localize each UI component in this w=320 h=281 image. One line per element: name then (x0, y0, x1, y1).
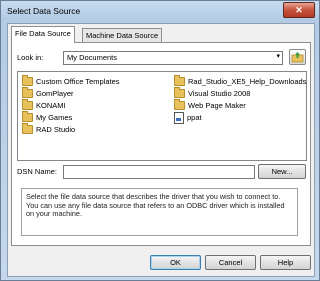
dsn-name-label: DSN Name: (17, 167, 58, 176)
dsn-name-input[interactable] (63, 165, 255, 179)
cancel-button[interactable]: Cancel (205, 255, 256, 270)
select-data-source-dialog: Select Data Source ✕ File Data Source Ma… (0, 0, 320, 281)
up-folder-icon (291, 52, 304, 63)
chevron-down-icon[interactable]: ▾ (276, 52, 280, 60)
list-item-label: KONAMI (36, 101, 66, 110)
look-in-value: My Documents (67, 53, 118, 62)
dialog-client-area: File Data Source Machine Data Source Loo… (7, 23, 315, 277)
folder-icon (22, 75, 33, 86)
folder-icon (174, 87, 185, 98)
list-item[interactable]: RAD Studio (22, 123, 76, 135)
list-item[interactable]: GomPlayer (22, 87, 74, 99)
list-item[interactable]: Rad_Studio_XE5_Help_Downloads (174, 75, 307, 87)
title-bar[interactable]: Select Data Source ✕ (1, 1, 319, 21)
list-item-label: GomPlayer (36, 89, 74, 98)
folder-icon (22, 87, 33, 98)
list-item[interactable]: KONAMI (22, 99, 66, 111)
list-item-label: RAD Studio (36, 125, 76, 134)
new-button[interactable]: New... (258, 164, 306, 179)
list-item[interactable]: My Games (22, 111, 73, 123)
folder-icon (174, 75, 185, 86)
description-text: Select the file data source that describ… (21, 188, 298, 236)
look-in-label: Look in: (17, 53, 44, 62)
ok-button[interactable]: OK (150, 255, 201, 270)
list-item[interactable]: Web Page Maker (174, 99, 246, 111)
list-item-label: My Games (36, 113, 73, 122)
file-list[interactable]: Custom Office Templates GomPlayer KONAMI… (17, 71, 307, 161)
folder-icon (22, 99, 33, 110)
list-item-label: Visual Studio 2008 (188, 89, 251, 98)
list-item-label: Web Page Maker (188, 101, 246, 110)
folder-icon (22, 123, 33, 134)
list-item[interactable]: Custom Office Templates (22, 75, 120, 87)
close-button[interactable]: ✕ (283, 2, 315, 18)
up-folder-button[interactable] (289, 49, 306, 65)
file-data-source-panel: Look in: My Documents ▾ Custom Office Te… (11, 42, 311, 246)
list-item[interactable]: Visual Studio 2008 (174, 87, 251, 99)
window-title: Select Data Source (7, 6, 81, 16)
file-icon (174, 111, 184, 124)
tab-machine-data-source[interactable]: Machine Data Source (82, 28, 163, 42)
list-item-label: Rad_Studio_XE5_Help_Downloads (188, 77, 307, 86)
look-in-combo[interactable]: My Documents ▾ (63, 51, 283, 65)
tab-file-data-source[interactable]: File Data Source (11, 26, 75, 43)
list-item-label: Custom Office Templates (36, 77, 120, 86)
folder-icon (174, 99, 185, 110)
help-button[interactable]: Help (260, 255, 311, 270)
list-item[interactable]: ppat (174, 111, 202, 124)
list-item-label: ppat (187, 113, 202, 122)
folder-icon (22, 111, 33, 122)
